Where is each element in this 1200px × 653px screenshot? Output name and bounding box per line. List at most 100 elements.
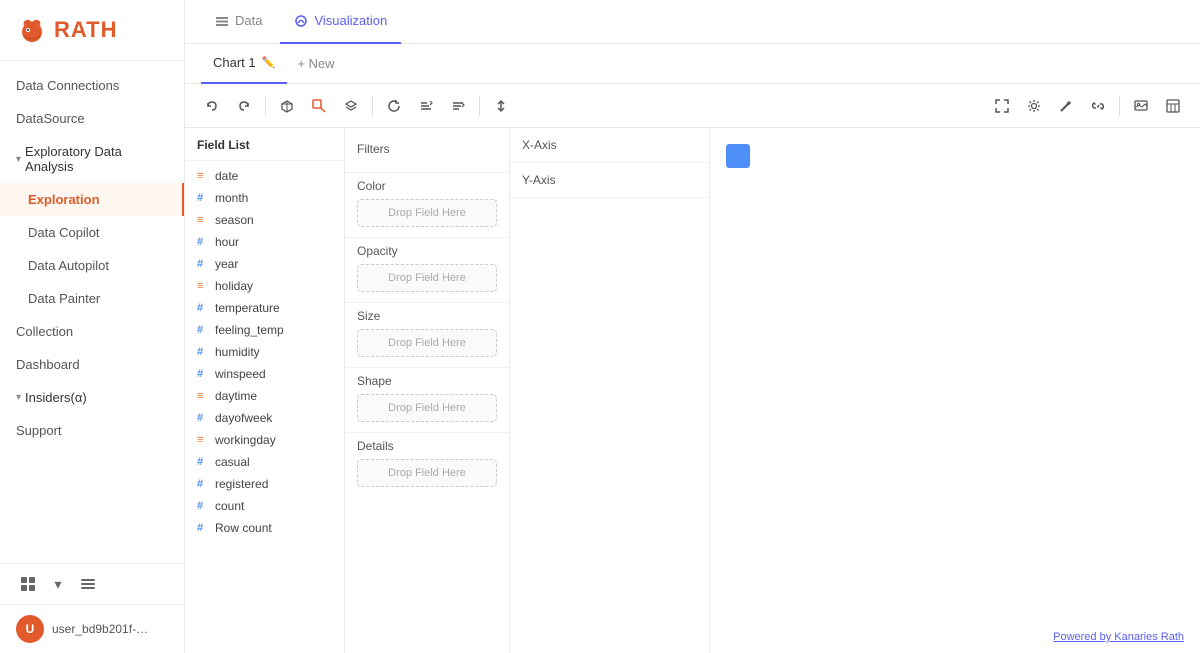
sort-asc-icon — [419, 99, 433, 113]
field-item-dayofweek[interactable]: # dayofweek — [185, 407, 344, 429]
sidebar-item-data-painter[interactable]: Data Painter — [0, 282, 184, 315]
field-item-registered[interactable]: # registered — [185, 473, 344, 495]
undo-button[interactable] — [197, 92, 227, 120]
sort-desc-button[interactable] — [443, 92, 473, 120]
sidebar-item-support[interactable]: Support — [0, 414, 184, 447]
field-item-temperature[interactable]: # temperature — [185, 297, 344, 319]
chevron-down-icon: ▾ — [16, 154, 21, 165]
image-settings-icon — [1134, 99, 1148, 113]
sidebar-item-data-autopilot[interactable]: Data Autopilot — [0, 249, 184, 282]
chevron-down-icon: ▾ — [54, 576, 61, 593]
numeric-type-icon: # — [197, 522, 209, 534]
sidebar-item-data-copilot[interactable]: Data Copilot — [0, 216, 184, 249]
sidebar-section-label: Insiders(α) — [25, 390, 87, 405]
y-axis-row: Y-Axis — [510, 163, 709, 198]
sidebar-item-label: Support — [16, 423, 62, 438]
toolbar-divider — [265, 96, 266, 116]
color-swatch[interactable] — [726, 144, 750, 168]
image-settings-button[interactable] — [1126, 92, 1156, 120]
select-rect-button[interactable] — [304, 92, 334, 120]
details-label: Details — [357, 439, 497, 453]
sidebar-section-eda[interactable]: ▾ Exploratory Data Analysis — [0, 135, 184, 183]
field-name: daytime — [215, 389, 257, 403]
edit-icon[interactable]: ✏️ — [262, 56, 276, 69]
field-item-season[interactable]: ≡ season — [185, 209, 344, 231]
y-axis-drop-zone[interactable] — [570, 163, 709, 197]
new-chart-tab-button[interactable]: + New — [287, 44, 344, 84]
sidebar-item-label: Exploration — [28, 192, 100, 207]
field-item-workingday[interactable]: ≡ workingday — [185, 429, 344, 451]
chart-tab-1[interactable]: Chart 1 ✏️ — [201, 44, 287, 84]
arrow-up-down-button[interactable] — [486, 92, 516, 120]
field-name: hour — [215, 235, 239, 249]
toolbar-divider-3 — [479, 96, 480, 116]
sidebar-item-data-connections[interactable]: Data Connections — [0, 69, 184, 102]
field-list-title: Field List — [185, 128, 344, 161]
select-rect-icon — [312, 99, 326, 113]
sidebar-item-collection[interactable]: Collection — [0, 315, 184, 348]
field-item-holiday[interactable]: ≡ holiday — [185, 275, 344, 297]
cube-button[interactable] — [272, 92, 302, 120]
axis-panel: X-Axis Y-Axis — [510, 128, 710, 653]
size-drop-zone[interactable]: Drop Field Here — [357, 329, 497, 357]
sidebar-section-insiders[interactable]: ▾ Insiders(α) — [0, 381, 184, 414]
field-name: month — [215, 191, 248, 205]
field-item-hour[interactable]: # hour — [185, 231, 344, 253]
visualization-tab-icon — [294, 14, 308, 28]
layers-icon — [344, 99, 358, 113]
field-item-feeling-temp[interactable]: # feeling_temp — [185, 319, 344, 341]
numeric-type-icon: # — [197, 236, 209, 248]
field-item-winspeed[interactable]: # winspeed — [185, 363, 344, 385]
field-item-year[interactable]: # year — [185, 253, 344, 275]
sidebar-item-exploration[interactable]: Exploration — [0, 183, 184, 216]
sidebar-item-datasource[interactable]: DataSource — [0, 102, 184, 135]
field-item-humidity[interactable]: # humidity — [185, 341, 344, 363]
layers-button[interactable] — [336, 92, 366, 120]
toolbar-divider-2 — [372, 96, 373, 116]
logo-area: RATH — [0, 0, 184, 61]
numeric-type-icon: # — [197, 368, 209, 380]
numeric-type-icon: # — [197, 192, 209, 204]
opacity-drop-zone[interactable]: Drop Field Here — [357, 264, 497, 292]
numeric-type-icon: # — [197, 478, 209, 490]
redo-button[interactable] — [229, 92, 259, 120]
chevron-down-button[interactable]: ▾ — [46, 572, 70, 596]
size-label: Size — [357, 309, 497, 323]
y-axis-label: Y-Axis — [510, 173, 570, 187]
field-item-daytime[interactable]: ≡ daytime — [185, 385, 344, 407]
magic-wand-icon — [1059, 99, 1073, 113]
user-profile-area[interactable]: U user_bd9b201f-5... — [0, 604, 184, 653]
x-axis-drop-zone[interactable] — [570, 128, 709, 162]
color-label: Color — [357, 179, 497, 193]
field-name: feeling_temp — [215, 323, 284, 337]
list-icon-button[interactable] — [76, 572, 100, 596]
data-tab-icon — [215, 14, 229, 28]
link-button[interactable] — [1083, 92, 1113, 120]
details-drop-zone[interactable]: Drop Field Here — [357, 459, 497, 487]
shape-drop-zone[interactable]: Drop Field Here — [357, 394, 497, 422]
field-list-panel: Field List ≡ date # month ≡ season # hou… — [185, 128, 345, 653]
numeric-type-icon: # — [197, 258, 209, 270]
field-item-count[interactable]: # count — [185, 495, 344, 517]
field-item-casual[interactable]: # casual — [185, 451, 344, 473]
field-item-row-count[interactable]: # Row count — [185, 517, 344, 539]
field-item-month[interactable]: # month — [185, 187, 344, 209]
field-name: humidity — [215, 345, 260, 359]
expand-button[interactable] — [987, 92, 1017, 120]
refresh-button[interactable] — [379, 92, 409, 120]
avatar: U — [16, 615, 44, 643]
sidebar-item-dashboard[interactable]: Dashboard — [0, 348, 184, 381]
table-button[interactable] — [1158, 92, 1188, 120]
tab-visualization[interactable]: Visualization — [280, 0, 401, 44]
magic-wand-button[interactable] — [1051, 92, 1081, 120]
brand-link[interactable]: Kanaries Rath — [1114, 631, 1184, 643]
field-item-date[interactable]: ≡ date — [185, 165, 344, 187]
grid-icon-button[interactable] — [16, 572, 40, 596]
grid-icon — [20, 576, 36, 592]
tab-data[interactable]: Data — [201, 0, 276, 44]
chart-settings-button[interactable] — [1019, 92, 1049, 120]
field-name: holiday — [215, 279, 253, 293]
color-drop-zone[interactable]: Drop Field Here — [357, 199, 497, 227]
sort-asc-button[interactable] — [411, 92, 441, 120]
logo-bird-icon — [16, 14, 48, 46]
